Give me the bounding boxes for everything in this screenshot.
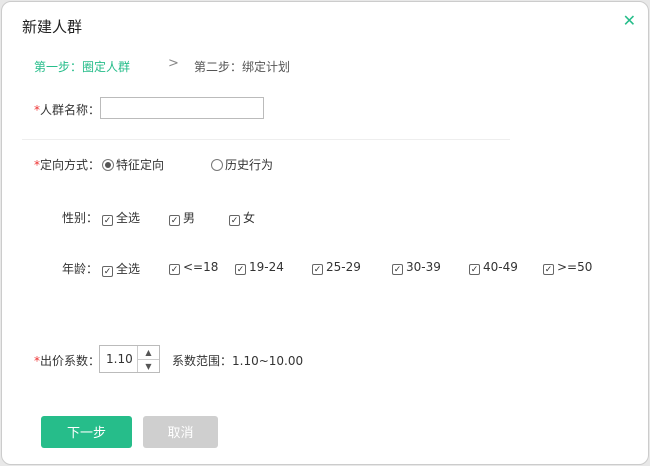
checkbox-age[interactable]: ✓ <=18 — [169, 260, 218, 275]
checkbox-age[interactable]: ✓ >=50 — [543, 260, 592, 275]
radio-icon — [211, 159, 223, 171]
checkbox-icon: ✓ — [235, 264, 246, 275]
checkbox-icon: ✓ — [312, 264, 323, 275]
cancel-button[interactable]: 取消 — [143, 416, 218, 448]
checkbox-icon: ✓ — [102, 266, 113, 277]
checkbox-age[interactable]: ✓ 40-49 — [469, 260, 518, 275]
new-audience-dialog: 新建人群 ✕ 第一步：圈定人群 > 第二步：绑定计划 *人群名称： *定向方式：… — [1, 1, 649, 465]
checkbox-icon: ✓ — [469, 264, 480, 275]
checkbox-icon: ✓ — [229, 215, 240, 226]
gender-label: 性别： — [62, 211, 99, 225]
checkbox-gender-all[interactable]: ✓ 全选 — [102, 209, 140, 226]
dialog-title: 新建人群 — [22, 18, 83, 36]
checkbox-age[interactable]: ✓ 19-24 — [235, 260, 284, 275]
checkbox-female[interactable]: ✓ 女 — [229, 209, 255, 226]
bid-stepper[interactable]: 1.10 ▲ ▼ — [99, 345, 160, 373]
bid-range: 系数范围：1.10~10.00 — [172, 354, 304, 368]
radio-history[interactable]: 历史行为 — [211, 156, 273, 173]
radio-feature[interactable]: 特征定向 — [102, 156, 164, 173]
checkbox-age[interactable]: ✓ 30-39 — [392, 260, 441, 275]
checkbox-male[interactable]: ✓ 男 — [169, 209, 195, 226]
step-2: 第二步：绑定计划 — [194, 60, 291, 74]
arrow-up-icon[interactable]: ▲ — [138, 346, 159, 360]
chevron-right-icon: > — [168, 56, 179, 71]
name-label: *人群名称： — [34, 103, 101, 117]
checkbox-age[interactable]: ✓ 25-29 — [312, 260, 361, 275]
audience-name-input[interactable] — [100, 97, 264, 119]
checkbox-icon: ✓ — [169, 215, 180, 226]
checkbox-icon: ✓ — [102, 215, 113, 226]
radio-icon — [102, 159, 114, 171]
checkbox-icon: ✓ — [392, 264, 403, 275]
arrow-down-icon[interactable]: ▼ — [138, 360, 159, 373]
bid-label: *出价系数： — [34, 354, 101, 368]
checkbox-icon: ✓ — [169, 264, 180, 275]
next-button[interactable]: 下一步 — [41, 416, 132, 448]
bid-value[interactable]: 1.10 — [106, 352, 133, 366]
targeting-label: *定向方式： — [34, 158, 101, 172]
close-icon[interactable]: ✕ — [623, 11, 636, 30]
divider — [22, 139, 510, 140]
checkbox-icon: ✓ — [543, 264, 554, 275]
spinner[interactable]: ▲ ▼ — [137, 346, 159, 372]
step-1: 第一步：圈定人群 — [34, 60, 131, 74]
age-label: 年龄： — [62, 262, 99, 276]
checkbox-age-all[interactable]: ✓ 全选 — [102, 260, 140, 277]
